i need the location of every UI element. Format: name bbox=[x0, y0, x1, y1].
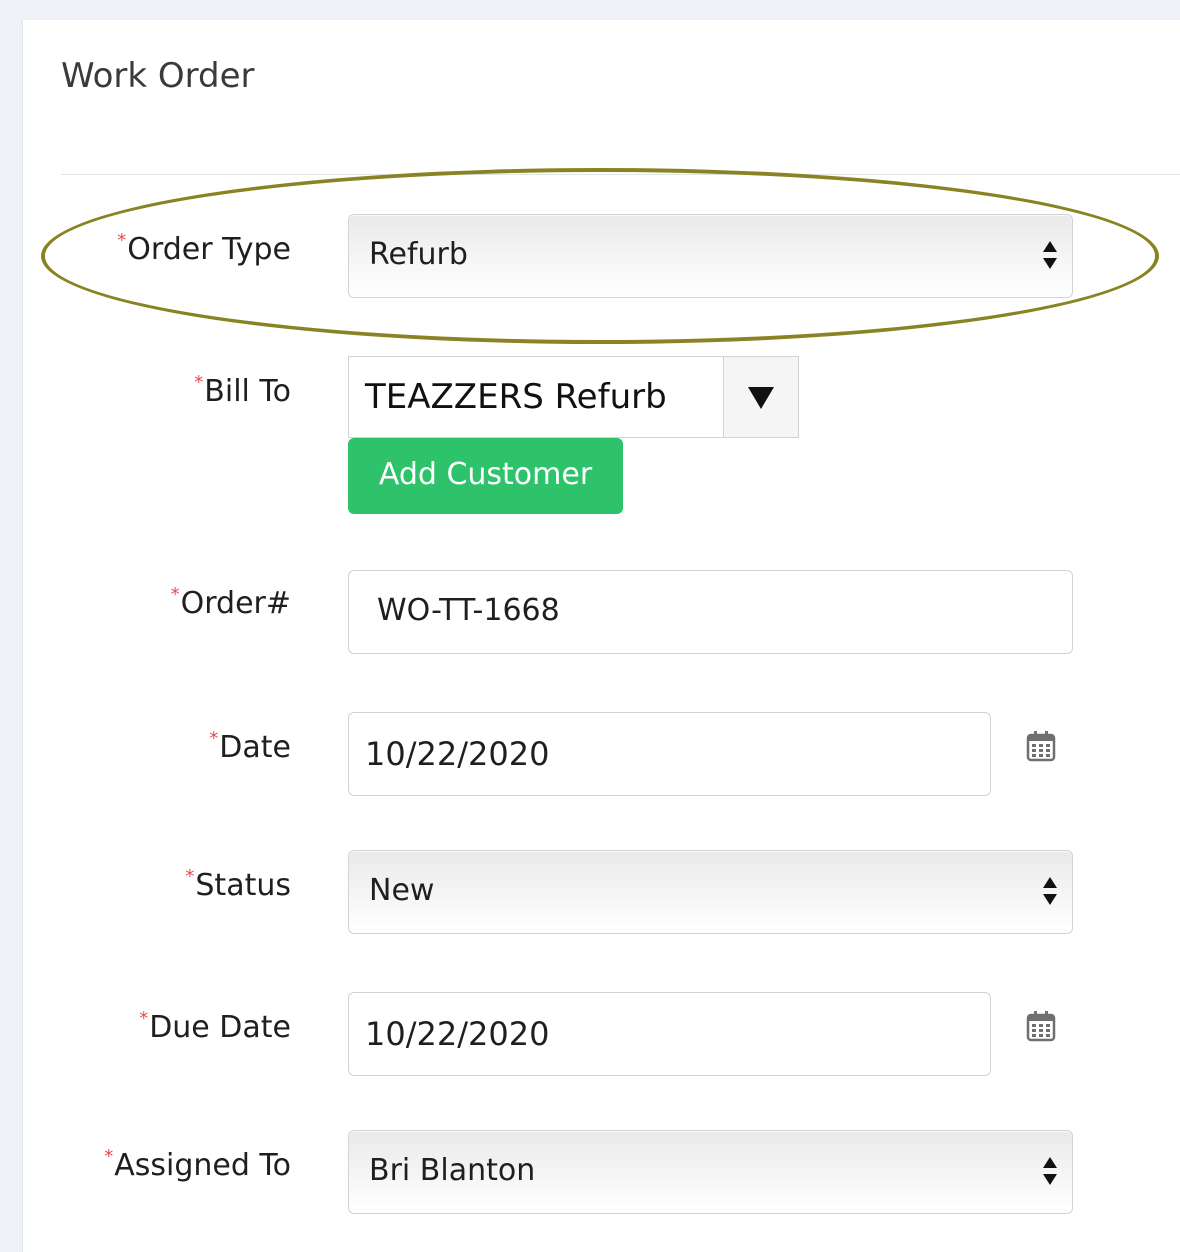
add-customer-button[interactable]: Add Customer bbox=[348, 438, 623, 514]
up-down-arrows-icon bbox=[1043, 241, 1057, 269]
order-type-select[interactable]: Refurb bbox=[348, 214, 1073, 298]
assigned-to-label: *Assigned To bbox=[104, 1146, 291, 1183]
work-order-panel: Work Order *Order Type Refurb *Bill To T… bbox=[22, 20, 1180, 1252]
calendar-icon[interactable] bbox=[1026, 730, 1056, 762]
status-label: *Status bbox=[185, 866, 291, 903]
caret-down-icon bbox=[748, 387, 774, 409]
up-down-arrows-icon bbox=[1043, 877, 1057, 905]
date-label: *Date bbox=[209, 728, 291, 765]
date-value: 10/22/2020 bbox=[365, 735, 550, 773]
header-divider bbox=[61, 174, 1180, 175]
bill-to-label: *Bill To bbox=[194, 372, 291, 409]
status-value: New bbox=[369, 873, 435, 908]
order-type-value: Refurb bbox=[369, 237, 468, 272]
assigned-to-value: Bri Blanton bbox=[369, 1153, 536, 1188]
order-number-input[interactable]: WO-TT-1668 bbox=[348, 570, 1073, 654]
order-number-value: WO-TT-1668 bbox=[377, 593, 560, 628]
bill-to-dropdown-button[interactable] bbox=[723, 357, 798, 437]
order-type-label: *Order Type bbox=[117, 230, 291, 267]
bill-to-value: TEAZZERS Refurb bbox=[365, 377, 667, 417]
order-number-label: *Order# bbox=[170, 584, 291, 621]
up-down-arrows-icon bbox=[1043, 1157, 1057, 1185]
bill-to-combobox[interactable]: TEAZZERS Refurb bbox=[348, 356, 799, 438]
assigned-to-select[interactable]: Bri Blanton bbox=[348, 1130, 1073, 1214]
page-title: Work Order bbox=[61, 56, 255, 96]
status-select[interactable]: New bbox=[348, 850, 1073, 934]
due-date-value: 10/22/2020 bbox=[365, 1015, 550, 1053]
due-date-label: *Due Date bbox=[139, 1008, 291, 1045]
calendar-icon[interactable] bbox=[1026, 1010, 1056, 1042]
due-date-input[interactable]: 10/22/2020 bbox=[348, 992, 991, 1076]
date-input[interactable]: 10/22/2020 bbox=[348, 712, 991, 796]
